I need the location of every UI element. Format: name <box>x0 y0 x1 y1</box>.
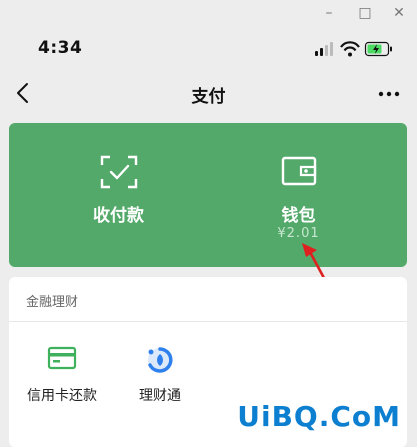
wallet-icon <box>281 155 317 191</box>
wallet-button[interactable]: 钱包 ¥2.01 <box>199 123 398 267</box>
window-titlebar: – □ ✕ <box>0 0 417 26</box>
wealth-management-label: 理财通 <box>139 388 181 404</box>
section-divider <box>9 321 407 322</box>
more-dots-icon <box>378 91 400 97</box>
wealth-management-button[interactable]: 理财通 <box>110 345 210 415</box>
signal-icon <box>315 42 333 56</box>
minimize-button[interactable]: – <box>318 3 340 23</box>
payment-card: 收付款 钱包 ¥2.01 <box>9 123 407 267</box>
credit-card-repayment-label: 信用卡还款 <box>27 388 97 404</box>
page-title: 支付 <box>191 87 226 107</box>
credit-card-repayment-button[interactable]: 信用卡还款 <box>12 345 112 415</box>
maximize-button[interactable]: □ <box>354 3 376 23</box>
nav-bar: 支付 <box>0 70 417 116</box>
finance-section-title: 金融理财 <box>26 295 79 310</box>
scan-check-icon <box>100 155 138 193</box>
receive-pay-button[interactable]: 收付款 <box>19 123 218 267</box>
receive-pay-label: 收付款 <box>93 206 144 226</box>
wallet-label: 钱包 <box>281 206 316 226</box>
close-button[interactable]: ✕ <box>388 3 410 23</box>
status-icons-group <box>315 41 392 57</box>
credit-card-icon <box>47 345 77 375</box>
system-icons <box>315 40 395 58</box>
status-bar: 4:34 <box>0 26 417 70</box>
battery-icon <box>364 41 392 57</box>
site-watermark: UiBQ.CoM <box>237 400 401 433</box>
wallet-balance: ¥2.01 <box>277 226 320 241</box>
more-button[interactable] <box>377 84 401 104</box>
status-time: 4:34 <box>38 38 83 58</box>
wifi-icon <box>340 41 360 57</box>
wealth-management-icon <box>145 345 175 379</box>
